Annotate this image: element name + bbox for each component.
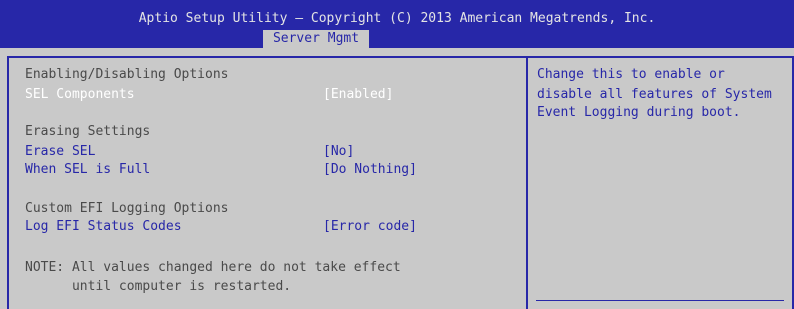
panel-divider [526,56,528,309]
frame-border-top [7,56,793,58]
section-heading-custom-efi: Custom EFI Logging Options [25,201,229,216]
tab-server-mgmt[interactable]: Server Mgmt [263,30,369,48]
help-separator [536,300,784,301]
title-bar: Aptio Setup Utility – Copyright (C) 2013… [0,0,794,48]
erase-sel-label[interactable]: Erase SEL [25,143,95,161]
note-line-2: until computer is restarted. [25,279,292,294]
section-heading-enabling: Enabling/Disabling Options [25,67,229,82]
erase-sel-value[interactable]: [No] [323,143,354,161]
log-efi-label[interactable]: Log EFI Status Codes [25,218,182,236]
help-text-line-3: Event Logging during boot. [537,105,741,120]
help-text-line-1: Change this to enable or [537,67,725,82]
when-sel-full-value[interactable]: [Do Nothing] [323,161,417,179]
section-heading-erasing: Erasing Settings [25,124,151,139]
note-line-1: NOTE: All values changed here do not tak… [25,260,401,275]
app-title: Aptio Setup Utility – Copyright (C) 2013… [138,11,656,26]
frame-border-left [7,56,9,309]
when-sel-full-label[interactable]: When SEL is Full [25,161,150,179]
log-efi-value[interactable]: [Error code] [323,218,417,236]
sel-components-value[interactable]: [Enabled] [323,86,393,104]
sel-components-label[interactable]: SEL Components [25,86,135,104]
help-text-line-2: disable all features of System [537,87,772,102]
